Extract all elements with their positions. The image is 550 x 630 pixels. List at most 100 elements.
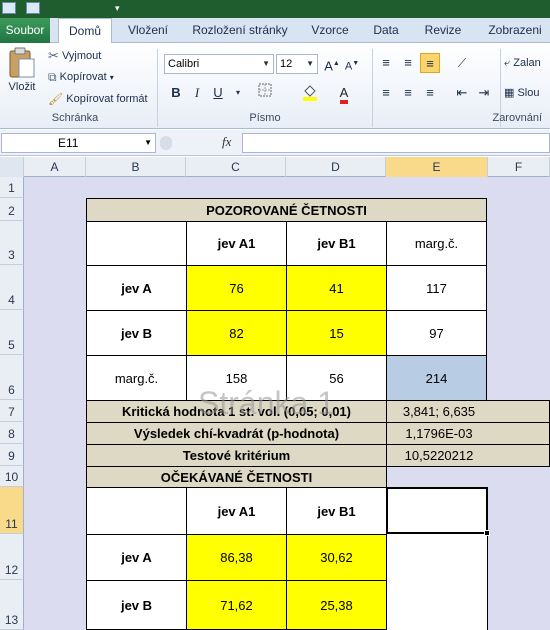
- fill-handle[interactable]: [484, 530, 490, 536]
- borders-icon: [258, 83, 272, 97]
- observed-rowB-v1[interactable]: 82: [186, 310, 287, 356]
- excel-icon[interactable]: [2, 2, 16, 14]
- cut-button[interactable]: ✂ Vyjmout: [48, 48, 101, 64]
- expected-rowA-v2[interactable]: 30,62: [286, 534, 387, 581]
- expected-rowA-v1[interactable]: 86,38: [186, 534, 287, 581]
- tab-file[interactable]: Soubor: [0, 18, 50, 43]
- name-box[interactable]: E11 ▼: [1, 133, 156, 153]
- formula-bar-handle[interactable]: [160, 136, 172, 150]
- wrap-text-button[interactable]: ⤶ Zalan: [504, 55, 541, 71]
- observed-rowB-label[interactable]: jev B: [86, 310, 187, 356]
- customize-quick-access-icon[interactable]: ▾: [115, 2, 123, 14]
- tab-insert[interactable]: Vložení: [119, 18, 177, 43]
- borders-button[interactable]: [255, 83, 275, 103]
- column-header-f[interactable]: F: [488, 157, 550, 177]
- font-color-button[interactable]: A: [334, 83, 354, 104]
- test-criterion-label[interactable]: Testové kritérium: [86, 444, 387, 467]
- shrink-font-button[interactable]: A▼: [342, 54, 362, 74]
- row-header-6[interactable]: 6: [0, 355, 24, 400]
- row-header-4[interactable]: 4: [0, 265, 24, 310]
- row-header-3[interactable]: 3: [0, 221, 24, 265]
- observed-rowA-sum[interactable]: 117: [386, 265, 487, 311]
- align-bottom-button[interactable]: ≡: [420, 53, 440, 73]
- chi-square-value[interactable]: 1,1796E-03: [386, 422, 550, 445]
- font-size-combo[interactable]: 12 ▼: [276, 54, 318, 74]
- row-header-5[interactable]: 5: [0, 310, 24, 355]
- observed-marg-v2[interactable]: 56: [286, 355, 387, 401]
- bold-button[interactable]: B: [166, 83, 186, 103]
- expected-col1-header[interactable]: jev A1: [186, 487, 287, 535]
- paste-button[interactable]: Vložit: [4, 47, 40, 107]
- observed-rowB-sum[interactable]: 97: [386, 310, 487, 356]
- format-painter-button[interactable]: 🖌 Kopírovat formát: [48, 91, 148, 107]
- observed-rowA-v1[interactable]: 76: [186, 265, 287, 311]
- align-right-button[interactable]: ≡: [420, 83, 440, 103]
- merge-button[interactable]: ▦ Slou: [504, 85, 540, 101]
- observed-rowB-v2[interactable]: 15: [286, 310, 387, 356]
- row-header-2[interactable]: 2: [0, 198, 24, 221]
- insert-function-button[interactable]: fx: [222, 134, 231, 150]
- tab-home[interactable]: Domů: [58, 18, 112, 44]
- observed-rowA-label[interactable]: jev A: [86, 265, 187, 311]
- tab-data[interactable]: Data: [366, 18, 406, 43]
- tab-page-layout[interactable]: Rozložení stránky: [187, 18, 293, 43]
- select-all-corner[interactable]: [0, 157, 24, 177]
- row-header-12[interactable]: 12: [0, 534, 24, 580]
- column-header-e[interactable]: E: [386, 157, 488, 177]
- active-cell-selection[interactable]: [386, 487, 488, 534]
- table-cell[interactable]: [86, 487, 187, 535]
- expected-rowB-v2[interactable]: 25,38: [286, 580, 387, 630]
- tab-formulas[interactable]: Vzorce: [305, 18, 355, 43]
- table-cell[interactable]: [387, 534, 488, 581]
- decrease-indent-button[interactable]: ⇤: [452, 83, 472, 103]
- underline-dropdown-icon[interactable]: ▾: [232, 83, 244, 103]
- increase-indent-button[interactable]: ⇥: [474, 83, 494, 103]
- underline-button[interactable]: U: [208, 83, 228, 103]
- formula-input[interactable]: [242, 133, 550, 153]
- critical-value-label[interactable]: Kritická hodnota 1 st. vol. (0,05; 0,01): [86, 400, 387, 423]
- tab-view[interactable]: Zobrazeni: [480, 18, 550, 43]
- table-cell[interactable]: [387, 580, 488, 630]
- row-header-1[interactable]: 1: [0, 177, 24, 198]
- row-header-8[interactable]: 8: [0, 422, 24, 444]
- expected-col2-header[interactable]: jev B1: [286, 487, 387, 535]
- fill-color-button[interactable]: [300, 83, 320, 103]
- italic-button[interactable]: I: [187, 83, 207, 103]
- table-cell[interactable]: [86, 221, 187, 266]
- observed-marg-v1[interactable]: 158: [186, 355, 287, 401]
- observed-marg-label[interactable]: marg.č.: [86, 355, 187, 401]
- tab-review[interactable]: Revize: [417, 18, 469, 43]
- expected-rowB-label[interactable]: jev B: [86, 580, 187, 630]
- expected-rowA-label[interactable]: jev A: [86, 534, 187, 581]
- observed-title[interactable]: POZOROVANÉ ČETNOSTI: [86, 198, 487, 222]
- align-top-button[interactable]: ≡: [376, 53, 396, 73]
- critical-value[interactable]: 3,841; 6,635: [386, 400, 550, 423]
- row-header-13[interactable]: 13: [0, 580, 24, 630]
- chi-square-label[interactable]: Výsledek chí-kvadrát (p-hodnota): [86, 422, 387, 445]
- copy-button[interactable]: ⧉ Kopírovat ▾: [48, 69, 114, 86]
- column-header-b[interactable]: B: [86, 157, 186, 177]
- font-name-combo[interactable]: Calibri ▼: [164, 54, 274, 74]
- orientation-button[interactable]: ⟋: [452, 53, 472, 73]
- row-header-11[interactable]: 11: [0, 487, 24, 534]
- grow-font-button[interactable]: A▲: [322, 54, 342, 74]
- test-criterion-value[interactable]: 10,5220212: [386, 444, 550, 467]
- align-middle-button[interactable]: ≡: [398, 53, 418, 73]
- observed-col2-header[interactable]: jev B1: [286, 221, 387, 266]
- row-header-7[interactable]: 7: [0, 400, 24, 422]
- expected-title[interactable]: OČEKÁVANÉ ČETNOSTI: [86, 466, 387, 488]
- copy-label: Kopírovat: [59, 71, 107, 83]
- observed-rowA-v2[interactable]: 41: [286, 265, 387, 311]
- save-icon[interactable]: [26, 2, 40, 14]
- expected-rowB-v1[interactable]: 71,62: [186, 580, 287, 630]
- observed-total[interactable]: 214: [386, 355, 487, 401]
- row-header-10[interactable]: 10: [0, 466, 24, 487]
- observed-col3-header[interactable]: marg.č.: [386, 221, 487, 266]
- row-header-9[interactable]: 9: [0, 444, 24, 466]
- observed-col1-header[interactable]: jev A1: [186, 221, 287, 266]
- column-header-c[interactable]: C: [186, 157, 286, 177]
- align-left-button[interactable]: ≡: [376, 83, 396, 103]
- align-center-button[interactable]: ≡: [398, 83, 418, 103]
- column-header-d[interactable]: D: [286, 157, 386, 177]
- column-header-a[interactable]: A: [24, 157, 86, 177]
